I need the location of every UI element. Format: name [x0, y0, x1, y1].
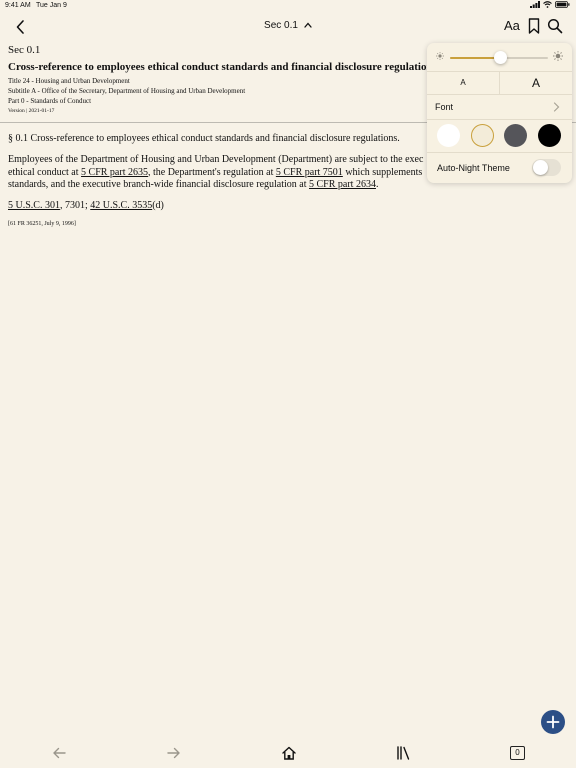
source-citation: [61 FR 36251, July 9, 1996]: [8, 220, 76, 227]
section-title-menu[interactable]: Sec 0.1: [0, 20, 576, 31]
text-size-row: A A: [427, 72, 572, 95]
authority-text: , 7301;: [59, 199, 91, 211]
auto-night-label: Auto-Night Theme: [437, 163, 510, 173]
body-text: which supplements: [342, 166, 423, 178]
text-settings-button[interactable]: Aa: [504, 18, 520, 33]
authority-text: (d): [152, 199, 164, 211]
tabs-button[interactable]: 0: [510, 745, 526, 761]
theme-black-button[interactable]: [538, 124, 561, 147]
tab-count: 0: [510, 746, 525, 760]
library-icon: [397, 746, 410, 760]
font-row[interactable]: Font: [427, 95, 572, 120]
theme-sepia-button[interactable]: [471, 124, 494, 147]
plus-icon: [546, 715, 560, 729]
add-button[interactable]: [541, 710, 565, 734]
history-forward-button[interactable]: [166, 745, 182, 761]
chevron-up-icon: [304, 22, 312, 28]
authority-line: 5 U.S.C. 301, 7301; 42 U.S.C. 3535(d): [8, 200, 568, 211]
link-5-cfr-2634[interactable]: 5 CFR part 2634: [309, 179, 376, 190]
brightness-high-icon: [553, 51, 563, 61]
link-5-cfr-2635[interactable]: 5 CFR part 2635: [81, 167, 148, 178]
brightness-low-icon: [436, 52, 444, 60]
bookmark-icon: [528, 18, 540, 34]
body-text: ethical conduct at: [8, 166, 82, 178]
font-label: Font: [435, 102, 454, 112]
body-text: standards, and the executive branch-wide…: [8, 179, 309, 190]
status-time: 9:41 AM: [5, 2, 31, 9]
search-icon: [547, 18, 563, 34]
arrow-left-icon: [53, 747, 66, 759]
decrease-text-size-button[interactable]: A: [427, 72, 500, 94]
brightness-knob[interactable]: [494, 51, 508, 64]
navigation-bar: Sec 0.1 Aa: [0, 14, 576, 38]
battery-icon: [555, 1, 570, 8]
status-date: Tue Jan 9: [36, 2, 67, 9]
body-text: Employees of the Department of Housing a…: [8, 154, 424, 165]
nav-title: Sec 0.1: [264, 20, 298, 32]
cellular-icon: [530, 1, 540, 8]
status-bar: 9:41 AM Tue Jan 9: [0, 0, 576, 12]
home-button[interactable]: [281, 745, 297, 761]
chevron-right-icon: [553, 102, 560, 112]
body-text: , the Department's regulation at: [147, 166, 276, 178]
link-42-usc-3535[interactable]: 42 U.S.C. 3535: [90, 200, 152, 211]
auto-night-row: Auto-Night Theme: [427, 153, 572, 183]
brightness-slider[interactable]: [450, 51, 548, 64]
status-icons: [530, 1, 570, 8]
wifi-icon: [543, 1, 552, 8]
body-text: .: [375, 179, 379, 190]
theme-white-button[interactable]: [437, 124, 460, 147]
link-5-usc-301[interactable]: 5 U.S.C. 301: [8, 200, 60, 211]
library-button[interactable]: [395, 745, 411, 761]
search-button[interactable]: [547, 18, 563, 34]
arrow-right-icon: [167, 747, 180, 759]
history-back-button[interactable]: [51, 745, 67, 761]
link-5-cfr-7501[interactable]: 5 CFR part 7501: [276, 167, 343, 178]
bottom-toolbar: 0: [0, 742, 576, 764]
display-settings-popover: A A Font Auto-Night Theme: [427, 43, 572, 183]
bookmark-button[interactable]: [527, 18, 541, 34]
theme-gray-button[interactable]: [504, 124, 527, 147]
toggle-knob: [533, 160, 548, 175]
home-icon: [282, 746, 296, 760]
brightness-row: [427, 43, 572, 72]
auto-night-toggle[interactable]: [532, 159, 561, 176]
theme-row: [427, 120, 572, 153]
brightness-fill: [450, 57, 501, 59]
increase-text-size-button[interactable]: A: [500, 72, 572, 94]
